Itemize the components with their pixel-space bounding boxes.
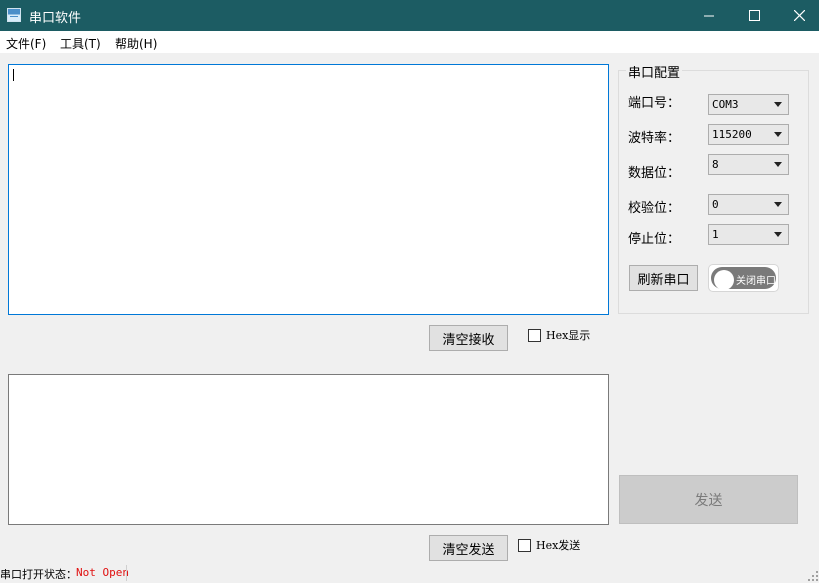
send-textarea[interactable] [8,374,609,525]
chevron-down-icon [774,232,782,237]
status-label: 串口打开状态： [0,568,77,581]
receive-textarea[interactable] [8,64,609,315]
toggle-track: 关闭串口 [711,267,776,290]
title-bar: 串口软件 [0,0,819,31]
minimize-icon [704,15,714,16]
refresh-port-button[interactable]: 刷新串口 [629,265,698,291]
port-value: COM3 [712,98,739,111]
baud-select[interactable]: 115200 [708,124,789,145]
menu-file[interactable]: 文件(F) [6,35,46,52]
chevron-down-icon [774,202,782,207]
maximize-button[interactable] [731,0,777,31]
minimize-button[interactable] [686,0,732,31]
baud-value: 115200 [712,128,752,141]
hex-send-label: Hex发送 [536,539,581,552]
databits-select[interactable]: 8 [708,154,789,175]
app-icon [7,8,21,22]
databits-label: 数据位： [628,166,681,181]
chevron-down-icon [774,162,782,167]
status-bar: 串口打开状态： Not Open [0,563,819,583]
hex-display-label: Hex显示 [546,329,591,342]
parity-label: 校验位： [628,201,681,216]
databits-value: 8 [712,158,719,171]
hex-display-checkbox[interactable]: Hex显示 [528,327,590,343]
stopbits-label: 停止位： [628,232,681,247]
menu-bar: 文件(F) 工具(T) 帮助(H) [0,31,819,53]
port-label: 端口号： [628,96,681,111]
parity-value: 0 [712,198,719,211]
toggle-knob [714,270,734,290]
clear-receive-button[interactable]: 清空接收 [429,325,508,351]
stopbits-select[interactable]: 1 [708,224,789,245]
hex-send-checkbox[interactable]: Hex发送 [518,537,580,553]
resize-grip-icon[interactable] [808,571,818,581]
parity-select[interactable]: 0 [708,194,789,215]
menu-tools[interactable]: 工具(T) [60,35,101,52]
chevron-down-icon [774,132,782,137]
send-button[interactable]: 发送 [619,475,798,524]
text-caret [13,69,14,81]
menu-help[interactable]: 帮助(H) [115,35,157,52]
open-close-port-toggle[interactable]: 关闭串口 [708,264,779,292]
status-value: Not Open [76,566,129,579]
clear-send-button[interactable]: 清空发送 [429,535,508,561]
checkbox-box[interactable] [518,538,531,552]
close-button[interactable] [776,0,819,31]
group-title: 串口配置 [626,62,683,81]
window-title: 串口软件 [29,11,82,26]
checkbox-box[interactable] [528,328,541,342]
port-select[interactable]: COM3 [708,94,789,115]
toggle-label: 关闭串口 [736,276,776,287]
maximize-icon [748,10,760,21]
stopbits-value: 1 [712,228,719,241]
chevron-down-icon [774,102,782,107]
status-divider [126,565,127,581]
baud-label: 波特率： [628,131,681,146]
close-icon [793,10,805,21]
